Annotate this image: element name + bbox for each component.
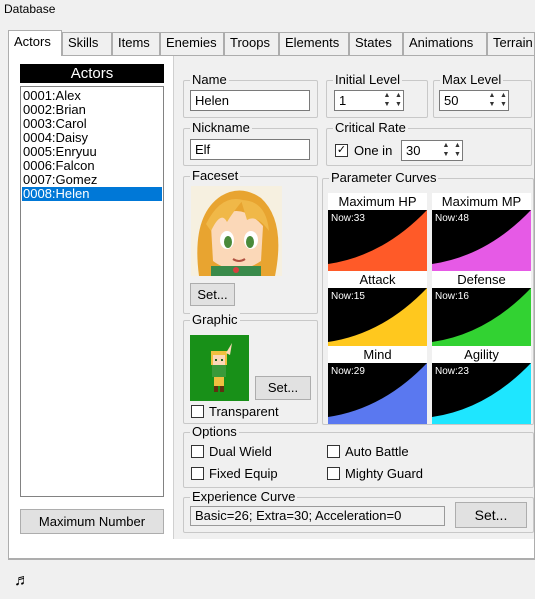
curve-graph: Now:48 [432,210,531,271]
one-in-label: One in [354,143,393,158]
list-item[interactable]: 0003:Carol [22,117,162,131]
fixed-equip-label: Fixed Equip [209,466,278,481]
max-level-input[interactable]: 50 ▲ ▼ ▲ ▼ [439,90,509,111]
options-label: Options [190,424,239,440]
dual-wield-label: Dual Wield [209,444,272,459]
spin-arrows-icon[interactable]: ▲ ▼ [394,91,403,110]
curve-maximum-hp[interactable]: Maximum HP Now:33 [328,193,427,271]
curve-agility[interactable]: Agility Now:23 [432,346,531,424]
spin-arrows-icon[interactable]: ▲ ▼ [381,91,393,110]
curve-now: Now:29 [331,366,365,377]
list-item[interactable]: 0006:Falcon [22,159,162,173]
transparent-checkbox[interactable] [191,405,204,418]
spin-arrows-icon[interactable]: ▲ ▼ [440,141,452,160]
curve-label: Agility [432,346,531,363]
experience-curve-value: Basic=26; Extra=30; Acceleration=0 [190,506,445,526]
curve-now: Now:15 [331,291,365,302]
experience-set-button[interactable]: Set... [455,502,527,528]
faceset-set-button[interactable]: Set... [190,283,235,306]
mighty-guard-checkbox[interactable] [327,467,340,480]
fixed-equip-checkbox[interactable] [191,467,204,480]
curve-label: Mind [328,346,427,363]
curve-graph: Now:16 [432,288,531,349]
graphic-label: Graphic [190,312,240,328]
max-level-value: 50 [444,93,459,108]
curve-graph: Now:33 [328,210,427,271]
tab-bar: Actors Skills Items Enemies Troops Eleme… [8,30,535,56]
auto-battle-label: Auto Battle [345,444,409,459]
curve-label: Maximum HP [328,193,427,210]
actors-header: Actors [20,64,164,83]
curve-now: Now:48 [435,213,469,224]
critical-rate-label: Critical Rate [333,120,408,136]
window-title: Database [4,2,56,16]
dual-wield-checkbox[interactable] [191,445,204,458]
list-item[interactable]: 0005:Enryuu [22,145,162,159]
parameter-curves-label: Parameter Curves [329,170,439,186]
faceset-image[interactable] [191,186,282,276]
curve-now: Now:33 [331,213,365,224]
nickname-label: Nickname [190,120,252,136]
curve-now: Now:16 [435,291,469,302]
list-item[interactable]: 0002:Brian [22,103,162,117]
transparent-label: Transparent [209,404,279,419]
curve-label: Defense [432,271,531,288]
tab-enemies[interactable]: Enemies [160,32,224,55]
nickname-input[interactable]: Elf [190,139,310,160]
critical-rate-input[interactable]: 30 ▲ ▼ ▲ ▼ [401,140,463,161]
critical-rate-value: 30 [406,143,421,158]
bottom-divider [8,558,535,559]
name-input[interactable]: Helen [190,90,310,111]
spin-arrows-icon[interactable]: ▲ ▼ [499,91,508,110]
list-item[interactable]: 0004:Daisy [22,131,162,145]
list-item-selected[interactable]: 0008:Helen [22,187,162,201]
list-item[interactable]: 0007:Gomez [22,173,162,187]
curve-label: Maximum MP [432,193,531,210]
tab-actors[interactable]: Actors [8,30,62,56]
curve-graph: Now:29 [328,363,427,424]
tab-terrain[interactable]: Terrain [487,32,535,55]
curve-defense[interactable]: Defense Now:16 [432,271,531,349]
tab-elements[interactable]: Elements [279,32,349,55]
graphic-set-button[interactable]: Set... [255,376,311,400]
curve-graph: Now:23 [432,363,531,424]
curve-label: Attack [328,271,427,288]
tab-troops[interactable]: Troops [224,32,279,55]
spin-arrows-icon[interactable]: ▲ ▼ [453,141,462,160]
initial-level-label: Initial Level [333,72,403,88]
mighty-guard-label: Mighty Guard [345,466,424,481]
curve-maximum-mp[interactable]: Maximum MP Now:48 [432,193,531,271]
maximum-number-button[interactable]: Maximum Number [20,509,164,534]
spin-arrows-icon[interactable]: ▲ ▼ [486,91,498,110]
initial-level-value: 1 [339,93,347,108]
music-icon[interactable]: ♬ [14,572,30,590]
initial-level-input[interactable]: 1 ▲ ▼ ▲ ▼ [334,90,404,111]
curve-attack[interactable]: Attack Now:15 [328,271,427,349]
tab-skills[interactable]: Skills [62,32,112,55]
max-level-label: Max Level [440,72,504,88]
experience-curve-label: Experience Curve [190,489,298,505]
curve-graph: Now:15 [328,288,427,349]
tab-animations[interactable]: Animations [403,32,487,55]
graphic-sprite[interactable] [190,335,249,401]
curve-now: Now:23 [435,366,469,377]
actor-list[interactable]: 0001:Alex 0002:Brian 0003:Carol 0004:Dai… [20,86,164,497]
tab-states[interactable]: States [349,32,403,55]
auto-battle-checkbox[interactable] [327,445,340,458]
critical-rate-checkbox[interactable]: ✓ [335,144,348,157]
name-label: Name [190,72,229,88]
faceset-label: Faceset [190,168,241,184]
curve-mind[interactable]: Mind Now:29 [328,346,427,424]
list-item[interactable]: 0001:Alex [22,89,162,103]
tab-items[interactable]: Items [112,32,160,55]
